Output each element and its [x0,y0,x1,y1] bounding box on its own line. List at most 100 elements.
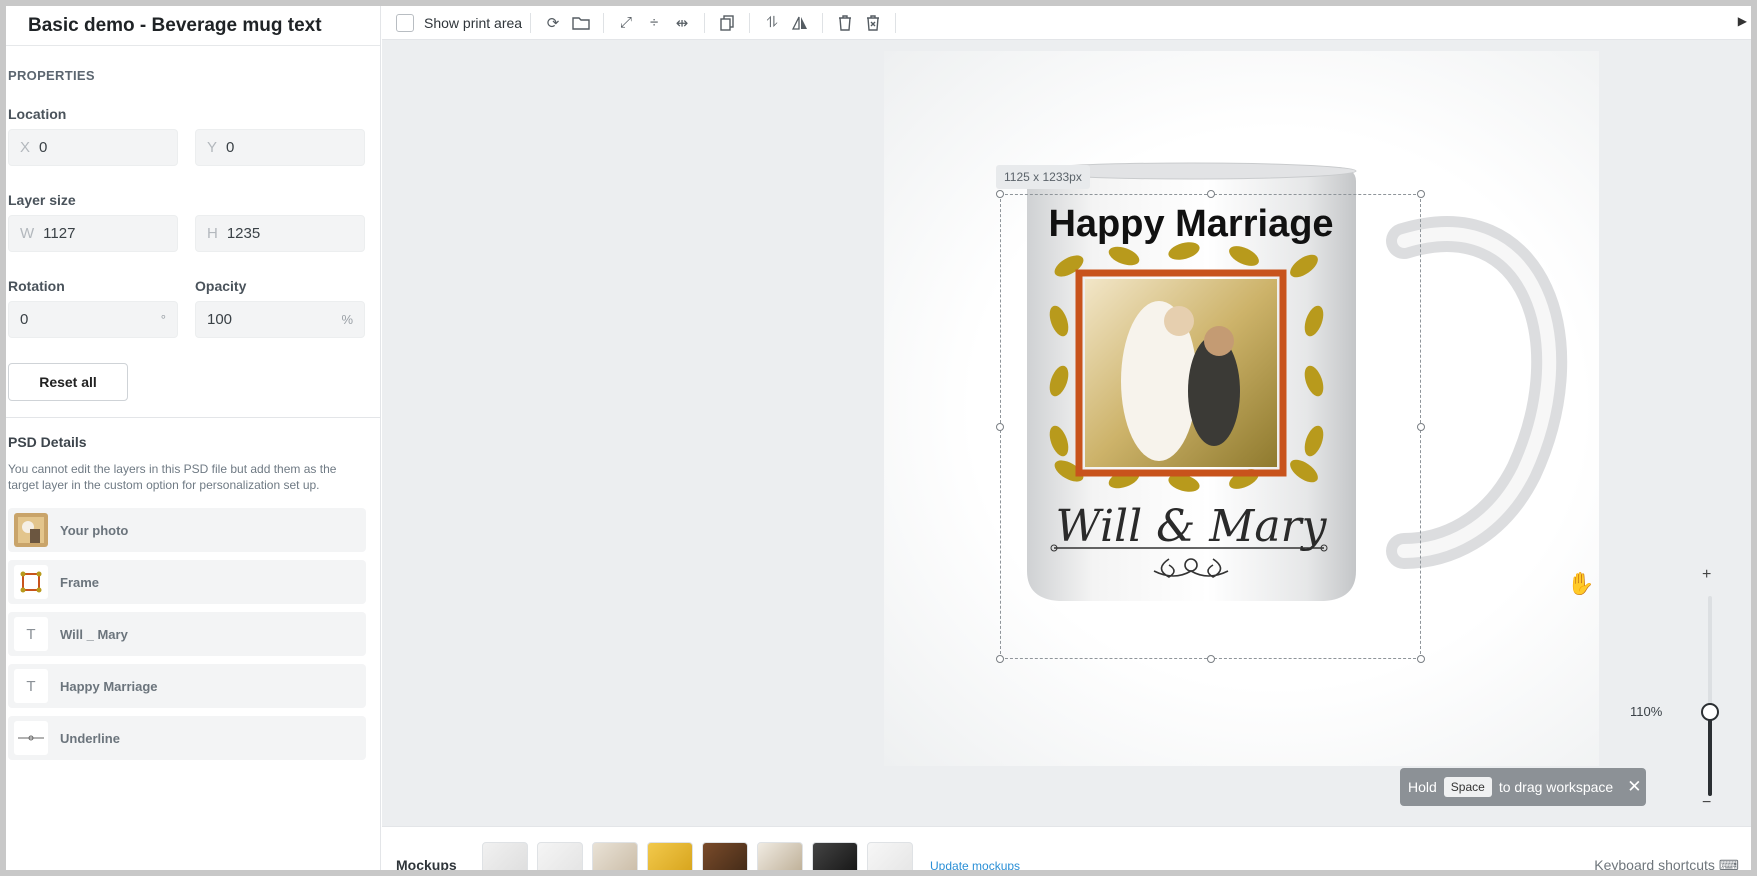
psd-details-title: PSD Details [8,434,87,450]
degree-suffix: ° [160,312,166,327]
back-chevron-icon[interactable]: ‹ [6,14,14,37]
duplicate-icon[interactable] [713,9,741,37]
layer-size-label: Layer size [8,192,76,208]
flip-vertical-icon[interactable]: ⥮ [758,9,786,37]
w-prefix: W [20,225,35,242]
toolbar: Show print area ⟳ ⤢ ÷ ⇹ ⥮ ▶ [382,6,1751,40]
zoom-slider-knob[interactable] [1701,703,1719,721]
zoom-out-button[interactable]: − [1702,794,1711,812]
close-icon[interactable]: ✕ [1627,777,1641,797]
resize-handle[interactable] [1207,190,1215,198]
sidebar-divider [6,417,381,418]
rotation-label: Rotation [8,278,65,294]
resize-handle[interactable] [1207,655,1215,663]
toolbar-separator [749,12,751,33]
layer-name: Will _ Mary [60,626,128,642]
rotation-value: 0 [20,311,29,328]
layer-item[interactable]: T Will _ Mary [8,612,366,656]
rotate-icon[interactable]: ⟳ [539,9,567,37]
mockup-thumbnail[interactable] [867,842,913,870]
height-field[interactable]: H 1235 [195,215,365,252]
title-row: ‹ Basic demo - Beverage mug text [6,6,380,46]
resize-handle[interactable] [1417,655,1425,663]
x-prefix: X [20,139,31,156]
hint-suffix: to drag workspace [1498,779,1614,795]
toolbar-separator [895,12,897,33]
rotation-field[interactable]: 0 ° [8,301,178,338]
psd-description: You cannot edit the layers in this PSD f… [8,462,337,492]
resize-handle[interactable] [1417,190,1425,198]
app-window: ‹ Basic demo - Beverage mug text PROPERT… [6,6,1751,870]
line-icon [14,721,48,755]
opacity-field[interactable]: 100 % [195,301,365,338]
location-y-field[interactable]: Y 0 [195,129,365,166]
opacity-label: Opacity [195,278,247,294]
properties-sidebar: ‹ Basic demo - Beverage mug text PROPERT… [6,6,381,870]
toolbar-separator [822,12,824,33]
mockups-label: Mockups [396,857,457,870]
keyboard-shortcuts-button[interactable]: Keyboard shortcuts ⌨ [1594,857,1739,870]
opacity-value: 100 [207,311,233,328]
delete-icon[interactable] [831,9,859,37]
delete-all-icon[interactable] [859,9,887,37]
align-vertical-center-icon[interactable]: ÷ [640,9,668,37]
show-print-area-label: Show print area [424,14,523,31]
resize-handle[interactable] [996,190,1004,198]
mockup-thumbnail[interactable] [812,842,858,870]
selection-box[interactable] [996,190,1425,663]
location-x-field[interactable]: X 0 [8,129,178,166]
toolbar-separator [530,12,532,33]
text-icon: T [14,617,48,651]
mockup-thumbnail[interactable] [702,842,748,870]
layer-item[interactable]: Underline [8,716,366,760]
play-icon[interactable]: ▶ [1738,14,1747,28]
mockup-thumbnail[interactable] [537,842,583,870]
resize-handle[interactable] [1417,423,1425,431]
space-key: Space [1443,777,1492,797]
page-title: Basic demo - Beverage mug text [28,14,322,36]
y-value: 0 [226,139,235,156]
mockups-bar: Mockups Update mockups Keyboard shortcut… [382,826,1751,870]
layer-item[interactable]: Frame [8,560,366,604]
layer-item[interactable]: T Happy Marriage [8,664,366,708]
zoom-level: 110% [1630,704,1663,719]
mockup-thumbnail[interactable] [647,842,693,870]
resize-handle[interactable] [996,423,1004,431]
keyboard-icon: ⌨ [1718,857,1739,870]
keyboard-shortcuts-label: Keyboard shortcuts [1594,857,1715,870]
x-value: 0 [39,139,48,156]
fit-screen-icon[interactable]: ⤢ [612,9,640,37]
layer-item[interactable]: Your photo [8,508,366,552]
frame-icon [14,565,48,599]
h-prefix: H [207,225,218,242]
text-icon: T [14,669,48,703]
mockup-thumbnail[interactable] [482,842,528,870]
drag-workspace-hint: Hold Space to drag workspace ✕ [1400,768,1646,806]
w-value: 1127 [43,225,76,242]
flip-horizontal-icon[interactable] [786,9,814,37]
reset-all-button[interactable]: Reset all [8,363,128,401]
h-value: 1235 [226,225,261,242]
percent-suffix: % [341,312,353,327]
resize-handle[interactable] [996,655,1004,663]
toolbar-separator [704,12,706,33]
workspace[interactable]: Show print area ⟳ ⤢ ÷ ⇹ ⥮ ▶ Happy Marria… [382,6,1751,870]
layer-name: Underline [60,730,120,746]
layer-name: Your photo [60,522,129,538]
layer-size-badge: 1125 x 1233px [996,165,1090,189]
zoom-in-button[interactable]: + [1702,566,1711,584]
layer-name: Frame [60,574,100,590]
hint-prefix: Hold [1408,779,1437,795]
y-prefix: Y [207,139,218,156]
properties-heading: PROPERTIES [8,68,95,83]
toolbar-separator [603,12,605,33]
mockup-thumbnail[interactable] [592,842,638,870]
align-horizontal-center-icon[interactable]: ⇹ [668,9,696,37]
width-field[interactable]: W 1127 [8,215,178,252]
replace-folder-icon[interactable] [567,9,595,37]
show-print-area-checkbox[interactable] [396,13,414,32]
mockup-thumbnail[interactable] [757,842,803,870]
layer-name: Happy Marriage [60,678,158,694]
update-mockups-link[interactable]: Update mockups [930,859,1020,870]
photo-icon [14,513,48,547]
